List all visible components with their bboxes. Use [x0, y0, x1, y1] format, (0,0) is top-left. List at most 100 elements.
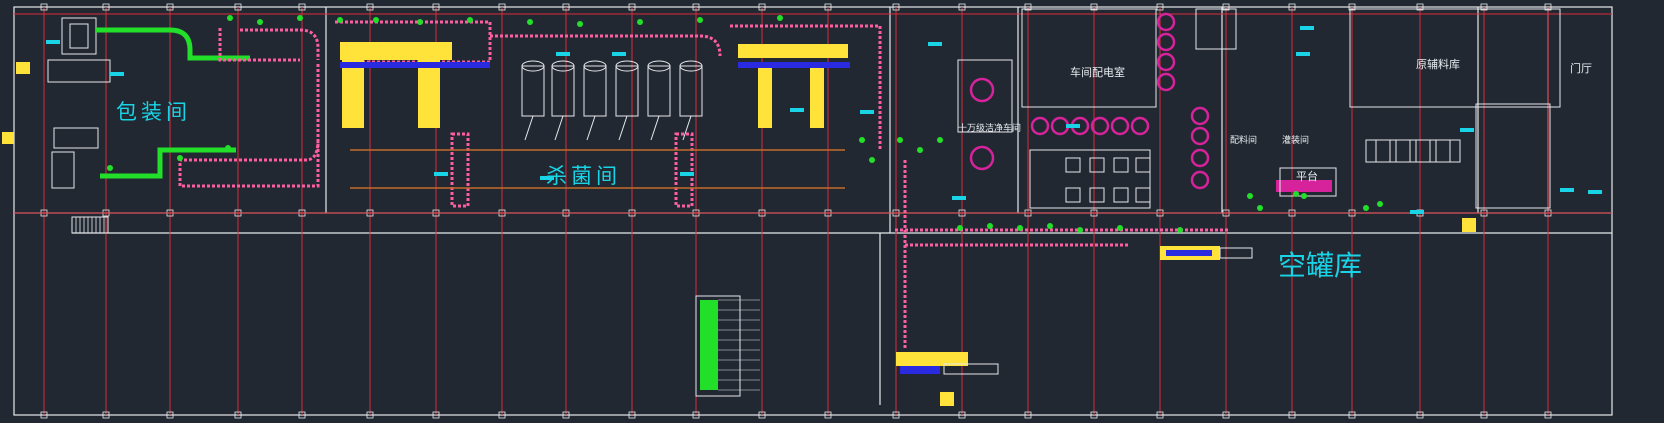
valve-marker [937, 137, 943, 143]
annotation-tick [1066, 124, 1080, 128]
stair-block [695, 295, 760, 397]
corridor [71, 216, 109, 234]
valve-marker [107, 165, 113, 171]
valve-marker [1177, 227, 1183, 233]
valve-marker [1117, 225, 1123, 231]
annotation-tick [1560, 188, 1574, 192]
vessel [1130, 116, 1150, 136]
washer-unit [1395, 139, 1411, 163]
filler-unit [1065, 157, 1081, 173]
annotation-tick [46, 40, 60, 44]
mixing-tank [969, 145, 995, 171]
valve-marker [897, 137, 903, 143]
valve-marker [1257, 205, 1263, 211]
vessel [1190, 106, 1210, 126]
annotation-tick [434, 172, 448, 176]
valve-marker [297, 15, 303, 21]
label-packing-room: 包装间 [116, 100, 191, 124]
retort-leg [586, 115, 596, 141]
valve-marker [1377, 201, 1383, 207]
filler-unit [1113, 157, 1129, 173]
washer-unit [1375, 139, 1391, 163]
label-empty-can-storage: 空罐库 [1278, 249, 1363, 282]
valve-marker [373, 17, 379, 23]
annotation-tick [1410, 210, 1424, 214]
vessel [1190, 126, 1210, 146]
valve-marker [417, 19, 423, 25]
retort-machines [521, 60, 703, 141]
valve-marker [917, 147, 923, 153]
retort-leg [554, 115, 564, 141]
retort-body [615, 65, 639, 117]
valve-marker [257, 19, 263, 25]
valve-marker [777, 15, 783, 21]
vessel [1110, 116, 1130, 136]
retort-body [521, 65, 545, 117]
filler-unit [1113, 187, 1129, 203]
valve-marker [957, 225, 963, 231]
valve-marker [227, 15, 233, 21]
cad-floor-plan [2, 3, 1613, 419]
label-entrance-hall: 门厅 [1570, 62, 1592, 75]
right-rooms [957, 8, 1561, 209]
label-raw-material-storage: 原辅料库 [1416, 58, 1460, 71]
vessel [1050, 116, 1070, 136]
valve-marker [1301, 193, 1307, 199]
vessel [1190, 170, 1210, 190]
annotation-tick [860, 110, 874, 114]
filler-unit [1135, 187, 1151, 203]
label-filling-room: 灌装间 [1282, 136, 1310, 146]
valve-marker [1363, 205, 1369, 211]
valve-marker [225, 145, 231, 151]
annotation-tick [556, 52, 570, 56]
annotation-tick [790, 108, 804, 112]
vessel [1030, 116, 1050, 136]
valve-marker [337, 17, 343, 23]
valve-marker [869, 157, 875, 163]
washer-unit [1415, 139, 1431, 163]
annotation-tick [612, 52, 626, 56]
retort-body [583, 65, 607, 117]
washer-unit [1435, 139, 1451, 163]
valve-marker [1077, 227, 1083, 233]
label-sterilization-room: 杀菌间 [546, 164, 621, 188]
retort-leg [650, 115, 660, 141]
label-workshop-office: 车间配电室 [1070, 66, 1125, 79]
valve-marker [1293, 191, 1299, 197]
label-mixing-room: 配料间 [1230, 136, 1258, 146]
valve-marker [697, 17, 703, 23]
label-platform: 平台 [1296, 170, 1318, 183]
label-clean-area: 十万级洁净车间 [958, 124, 1022, 134]
annotation-tick [928, 42, 942, 46]
annotation-tick [952, 196, 966, 200]
annotation-tick [1300, 26, 1314, 30]
annotation-tick [1460, 128, 1474, 132]
valve-marker [177, 155, 183, 161]
annotation-tick [1296, 52, 1310, 56]
valve-marker [637, 19, 643, 25]
retort-leg [524, 115, 534, 141]
valve-marker [1047, 223, 1053, 229]
valve-marker [987, 223, 993, 229]
mixing-tank [969, 77, 995, 103]
retort-body [551, 65, 575, 117]
annotation-tick [110, 72, 124, 76]
retort-body [647, 65, 671, 117]
valve-marker [527, 19, 533, 25]
valve-marker [467, 17, 473, 23]
filling-machines [1065, 139, 1451, 203]
filler-unit [1135, 157, 1151, 173]
process-vessels [969, 12, 1332, 192]
retort-leg [682, 115, 692, 141]
valve-marker [577, 21, 583, 27]
valve-marker [1247, 193, 1253, 199]
valve-marker [859, 137, 865, 143]
filler-unit [1089, 157, 1105, 173]
valve-marker [1017, 225, 1023, 231]
vessel [1190, 148, 1210, 168]
annotation-tick [1588, 190, 1602, 194]
filler-unit [1089, 187, 1105, 203]
annotation-tick [680, 172, 694, 176]
filler-unit [1065, 187, 1081, 203]
retort-leg [618, 115, 628, 141]
